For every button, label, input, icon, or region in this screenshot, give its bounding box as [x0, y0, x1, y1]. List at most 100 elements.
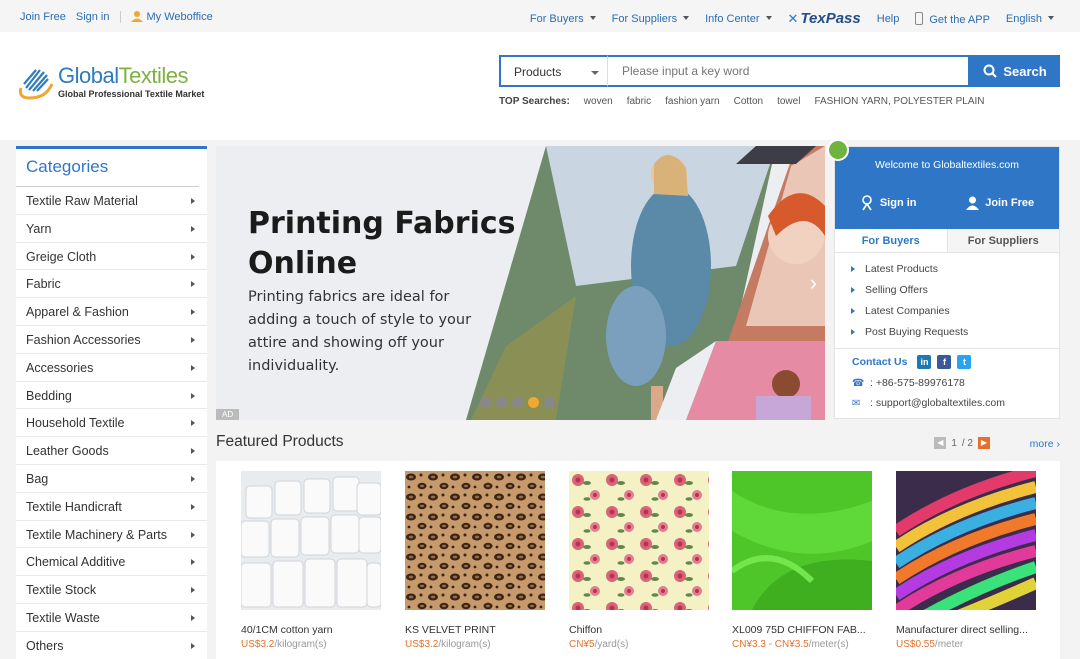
top-search-term[interactable]: Cotton	[734, 96, 763, 107]
carousel-dot[interactable]	[480, 397, 491, 408]
product-price-value: CN¥3.3 - CN¥3.5	[732, 639, 809, 650]
chevron-right-icon	[191, 281, 195, 288]
language-select[interactable]: English	[1006, 13, 1054, 25]
chevron-right-icon	[191, 420, 195, 427]
carousel-dot[interactable]	[496, 397, 507, 408]
top-bar: Join Free Sign in My Weboffice For Buyer…	[0, 0, 1080, 32]
contact-phone: : +86-575-89976178	[870, 377, 965, 389]
contact-section: Contact Us in f t ☎: +86-575-89976178 ✉:…	[835, 349, 1059, 409]
categories-title: Categories	[16, 149, 199, 187]
search-type-select[interactable]: Products	[499, 55, 607, 87]
user-icon	[130, 11, 143, 22]
category-item[interactable]: Bag	[16, 465, 207, 493]
join-free-link[interactable]: Join Free	[20, 11, 66, 23]
category-item[interactable]: Fabric	[16, 270, 207, 299]
linkedin-icon[interactable]: in	[917, 355, 932, 369]
product-price-value: CN¥5	[569, 639, 595, 650]
category-item[interactable]: Textile Machinery & Parts	[16, 521, 207, 549]
facebook-icon[interactable]: f	[937, 355, 952, 369]
twitter-icon[interactable]: t	[957, 355, 972, 369]
product-image	[892, 465, 1039, 627]
category-item[interactable]: Fashion Accessories	[16, 326, 207, 354]
category-item[interactable]: Bedding	[16, 382, 207, 410]
hero-banner[interactable]: Printing Fabrics Online Printing fabrics…	[216, 146, 825, 420]
category-item[interactable]: Textile Handicraft	[16, 493, 207, 521]
top-search-term[interactable]: fashion yarn	[665, 96, 719, 107]
for-buyers-menu[interactable]: For Buyers	[530, 13, 596, 25]
welcome-link[interactable]: Latest Companies	[851, 305, 1059, 326]
product-price: CN¥3.3 - CN¥3.5/meter(s)	[732, 639, 872, 650]
product-card[interactable]: Chiffon CN¥5/yard(s)	[569, 471, 709, 650]
more-link[interactable]: more ›	[1030, 438, 1060, 450]
product-price: US$3.2/kilogram(s)	[241, 639, 381, 650]
help-link[interactable]: Help	[877, 13, 900, 25]
contact-email[interactable]: : support@globaltextiles.com	[870, 397, 1005, 409]
welcome-sign-in-label: Sign in	[879, 197, 917, 209]
tab-for-suppliers[interactable]: For Suppliers	[947, 229, 1059, 252]
my-weboffice-link[interactable]: My Weboffice	[130, 10, 213, 23]
texpass-icon: ✕	[787, 10, 799, 26]
phone-icon	[915, 11, 924, 25]
info-center-menu[interactable]: Info Center	[705, 12, 772, 25]
category-label: Textile Waste	[26, 610, 100, 625]
search-bar: Products Search	[499, 55, 1060, 87]
info-center-label: Info Center	[705, 12, 760, 25]
banner-title: Printing Fabrics Online	[248, 206, 516, 281]
top-search-term[interactable]: woven	[584, 96, 613, 107]
category-item[interactable]: Accessories	[16, 354, 207, 382]
category-item[interactable]: Apparel & Fashion	[16, 298, 207, 326]
category-item[interactable]: Leather Goods	[16, 437, 207, 465]
carousel-dot[interactable]	[544, 397, 555, 408]
chevron-right-icon	[191, 392, 195, 399]
welcome-join-free-label: Join Free	[985, 197, 1035, 209]
logo-tagline: Global Professional Textile Market	[58, 89, 205, 99]
get-app-link[interactable]: Get the APP	[915, 11, 990, 26]
tab-for-buyers[interactable]: For Buyers	[835, 229, 948, 252]
category-item[interactable]: Others	[16, 632, 207, 659]
welcome-link[interactable]: Post Buying Requests	[851, 326, 1059, 347]
search-input[interactable]	[607, 55, 970, 87]
product-price-value: US$3.2	[405, 639, 439, 650]
top-search-term[interactable]: fabric	[627, 96, 651, 107]
top-searches: TOP Searches: woven fabric fashion yarn …	[499, 96, 985, 107]
category-label: Accessories	[26, 360, 94, 375]
sign-in-link[interactable]: Sign in	[76, 11, 110, 23]
prev-page-icon[interactable]: ◀	[934, 437, 947, 449]
chevron-right-icon	[191, 364, 195, 371]
welcome-sign-in-button[interactable]: Sign in	[860, 195, 917, 211]
search-button[interactable]: Search	[970, 55, 1060, 87]
welcome-link[interactable]: Selling Offers	[851, 284, 1059, 305]
logo[interactable]: GlobalTextiles Global Professional Texti…	[16, 62, 204, 100]
top-search-term[interactable]: towel	[777, 96, 800, 107]
category-item[interactable]: Yarn	[16, 215, 207, 243]
product-card[interactable]: XL009 75D CHIFFON FAB... CN¥3.3 - CN¥3.5…	[730, 471, 872, 650]
product-card[interactable]: 40/1CM cotton yarn US$3.2/kilogram(s)	[240, 471, 382, 650]
category-item[interactable]: Textile Raw Material	[16, 187, 207, 215]
welcome-link[interactable]: Latest Products	[851, 263, 1059, 284]
product-card[interactable]: Manufacturer direct selling... US$0.55/m…	[892, 465, 1039, 650]
category-item[interactable]: Greige Cloth	[16, 243, 207, 271]
category-item[interactable]: Textile Waste	[16, 604, 207, 632]
top-search-term[interactable]: FASHION YARN, POLYESTER PLAIN	[814, 96, 984, 107]
carousel-dot-active[interactable]	[528, 397, 539, 408]
category-item[interactable]: Chemical Additive	[16, 548, 207, 577]
next-page-icon[interactable]: ▶	[978, 437, 990, 449]
for-suppliers-menu[interactable]: For Suppliers	[611, 12, 690, 25]
for-suppliers-label: For Suppliers	[611, 12, 678, 25]
top-searches-label: TOP Searches:	[499, 96, 570, 107]
category-item[interactable]: Textile Stock	[16, 576, 207, 604]
product-price-value: US$0.55	[896, 639, 935, 650]
welcome-join-free-button[interactable]: Join Free	[966, 195, 1034, 211]
product-name: Chiffon	[569, 624, 603, 636]
carousel-dot[interactable]	[512, 397, 523, 408]
category-label: Apparel & Fashion	[26, 305, 129, 320]
globe-logo-icon	[18, 69, 54, 100]
search-button-label: Search	[1003, 63, 1047, 79]
chevron-right-icon	[191, 503, 195, 510]
chevron-down-icon	[765, 15, 772, 20]
product-card[interactable]: KS VELVET PRINT US$3.2/kilogram(s)	[405, 471, 545, 650]
my-weboffice-label: My Weboffice	[146, 11, 213, 23]
chevron-right-icon[interactable]: ›	[810, 270, 817, 296]
category-item[interactable]: Household Textile	[16, 409, 207, 438]
texpass-link[interactable]: ✕ TexPass	[788, 10, 861, 27]
